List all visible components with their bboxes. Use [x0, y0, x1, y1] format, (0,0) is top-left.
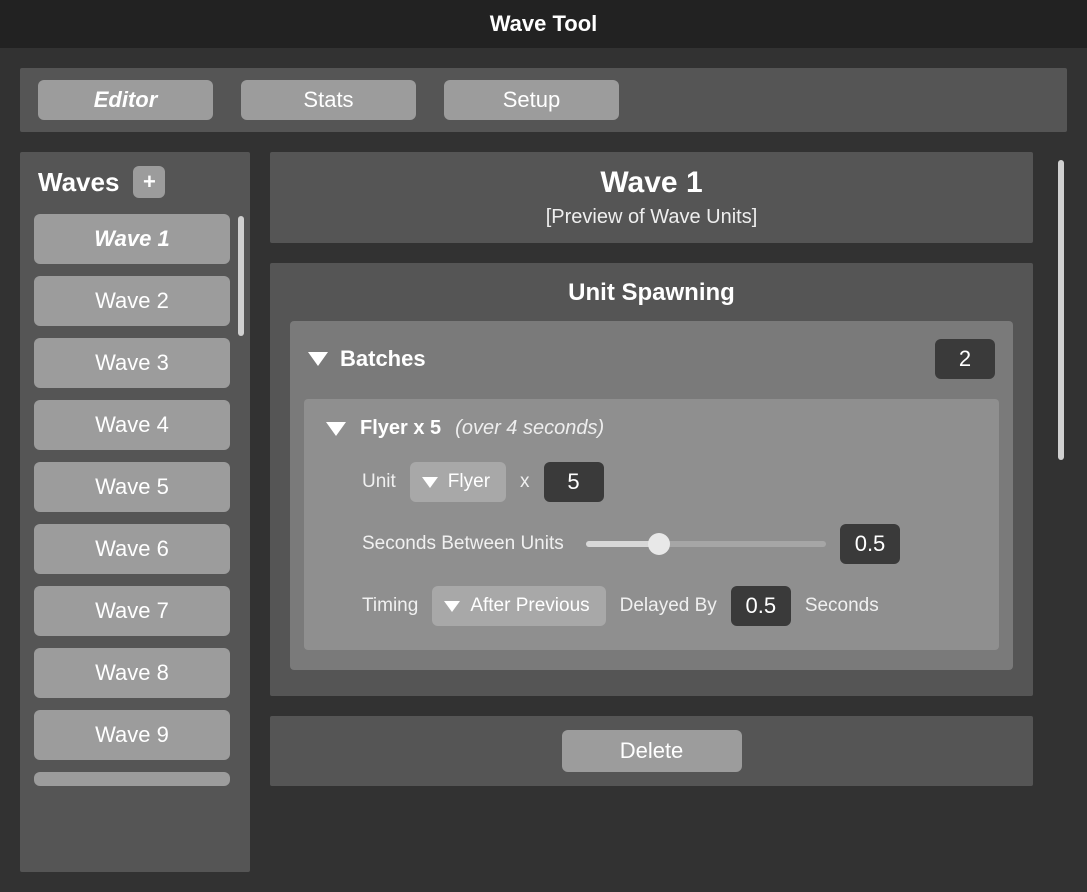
slider-fill	[586, 541, 656, 547]
wave-preview-label: [Preview of Wave Units]	[284, 206, 1019, 229]
seconds-between-slider[interactable]	[586, 541, 826, 547]
wave-header-panel: Wave 1 [Preview of Wave Units]	[270, 152, 1033, 243]
wave-item-6[interactable]: Wave 6	[34, 524, 230, 574]
app-title: Wave Tool	[0, 0, 1087, 48]
timing-dropdown-value: After Previous	[470, 595, 589, 617]
chevron-down-icon	[422, 477, 438, 488]
footer-panel: Delete	[270, 716, 1033, 786]
wave-item-8[interactable]: Wave 8	[34, 648, 230, 698]
sidebar-scrollbar[interactable]	[238, 216, 244, 816]
batches-label: Batches	[340, 346, 426, 372]
batch-summary-detail: (over 4 seconds)	[455, 417, 604, 440]
tab-setup[interactable]: Setup	[444, 80, 619, 120]
seconds-suffix-label: Seconds	[805, 595, 879, 617]
wave-item-5[interactable]: Wave 5	[34, 462, 230, 512]
timing-label: Timing	[362, 595, 418, 617]
unit-spawning-title: Unit Spawning	[290, 279, 1013, 307]
delayed-by-field[interactable]: 0.5	[731, 586, 791, 626]
unit-count-field[interactable]: 5	[544, 462, 604, 502]
waves-sidebar: Waves + Wave 1 Wave 2 Wave 3 Wave 4 Wave…	[20, 152, 250, 872]
seconds-between-label: Seconds Between Units	[362, 533, 572, 555]
delayed-by-label: Delayed By	[620, 595, 717, 617]
seconds-between-value-field[interactable]: 0.5	[840, 524, 900, 564]
tab-editor[interactable]: Editor	[38, 80, 213, 120]
tab-stats[interactable]: Stats	[241, 80, 416, 120]
wave-title: Wave 1	[284, 166, 1019, 200]
wave-item-4[interactable]: Wave 4	[34, 400, 230, 450]
main-scrollbar[interactable]	[1053, 152, 1067, 872]
batch-summary: Flyer x 5	[360, 417, 441, 440]
wave-item-7[interactable]: Wave 7	[34, 586, 230, 636]
delete-button[interactable]: Delete	[562, 730, 742, 772]
batches-container: Batches 2 Flyer x 5 (over 4 seconds) Uni…	[290, 321, 1013, 670]
wave-item-9[interactable]: Wave 9	[34, 710, 230, 760]
wave-item-partial[interactable]	[34, 772, 230, 786]
chevron-down-icon	[444, 601, 460, 612]
add-wave-button[interactable]: +	[133, 166, 165, 198]
unit-spawning-panel: Unit Spawning Batches 2 Flyer x 5	[270, 263, 1033, 696]
batches-collapse-icon[interactable]	[308, 352, 328, 366]
batches-count-field[interactable]: 2	[935, 339, 995, 379]
wave-item-1[interactable]: Wave 1	[34, 214, 230, 264]
unit-dropdown-value: Flyer	[448, 471, 490, 493]
wave-list: Wave 1 Wave 2 Wave 3 Wave 4 Wave 5 Wave …	[34, 214, 242, 834]
timing-dropdown[interactable]: After Previous	[432, 586, 605, 626]
multiply-label: x	[520, 471, 530, 493]
batch-collapse-icon[interactable]	[326, 422, 346, 436]
wave-item-2[interactable]: Wave 2	[34, 276, 230, 326]
batch-item: Flyer x 5 (over 4 seconds) Unit Flyer x …	[304, 399, 999, 650]
unit-label: Unit	[362, 471, 396, 493]
tab-bar: Editor Stats Setup	[20, 68, 1067, 132]
waves-sidebar-title: Waves	[38, 167, 119, 198]
sidebar-scrollbar-thumb[interactable]	[238, 216, 244, 336]
slider-knob[interactable]	[648, 533, 670, 555]
wave-item-3[interactable]: Wave 3	[34, 338, 230, 388]
main-scrollbar-thumb[interactable]	[1058, 160, 1064, 460]
unit-dropdown[interactable]: Flyer	[410, 462, 506, 502]
